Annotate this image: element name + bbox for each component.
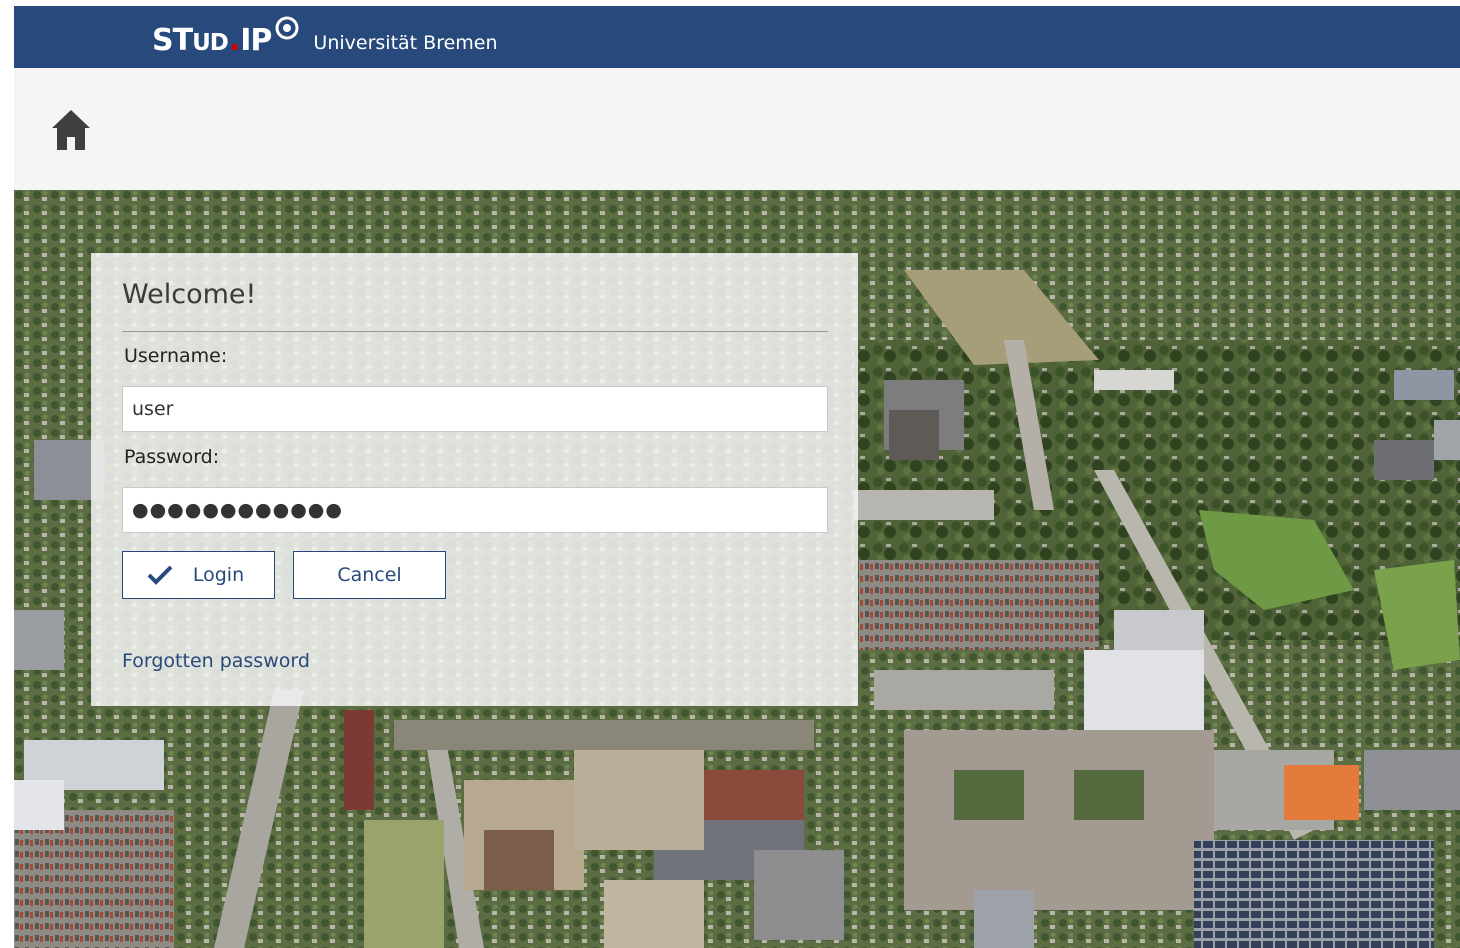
forgotten-password-link[interactable]: Forgotten password (122, 650, 310, 672)
logo-wordmark-ip: IP (240, 23, 272, 58)
logo-ring-icon (275, 16, 299, 40)
cancel-button-label: Cancel (337, 564, 402, 586)
login-button[interactable]: Login (122, 551, 275, 599)
top-bar: ST UD. IP Universität Bremen (14, 6, 1460, 68)
checkmark-icon (147, 565, 173, 585)
login-panel: Welcome! Username: Password: Login Cance… (91, 253, 858, 706)
logo-dot: . (228, 23, 240, 58)
page-frame: ST UD. IP Universität Bremen Welcome! Us… (14, 6, 1460, 948)
studip-logo[interactable]: ST UD. IP Universität Bremen (152, 14, 498, 60)
password-label: Password: (124, 446, 220, 468)
logo-wordmark-part: UD (192, 30, 229, 56)
navigation-bar (14, 68, 1460, 190)
university-name: Universität Bremen (313, 32, 498, 54)
heading-divider (122, 331, 828, 332)
password-input[interactable] (122, 487, 828, 533)
username-label: Username: (124, 345, 228, 367)
cancel-button[interactable]: Cancel (293, 551, 446, 599)
logo-wordmark: ST UD. IP (152, 23, 272, 58)
home-icon[interactable] (50, 108, 92, 152)
username-input[interactable] (122, 386, 828, 432)
login-button-label: Login (192, 564, 245, 586)
welcome-heading: Welcome! (122, 279, 257, 310)
